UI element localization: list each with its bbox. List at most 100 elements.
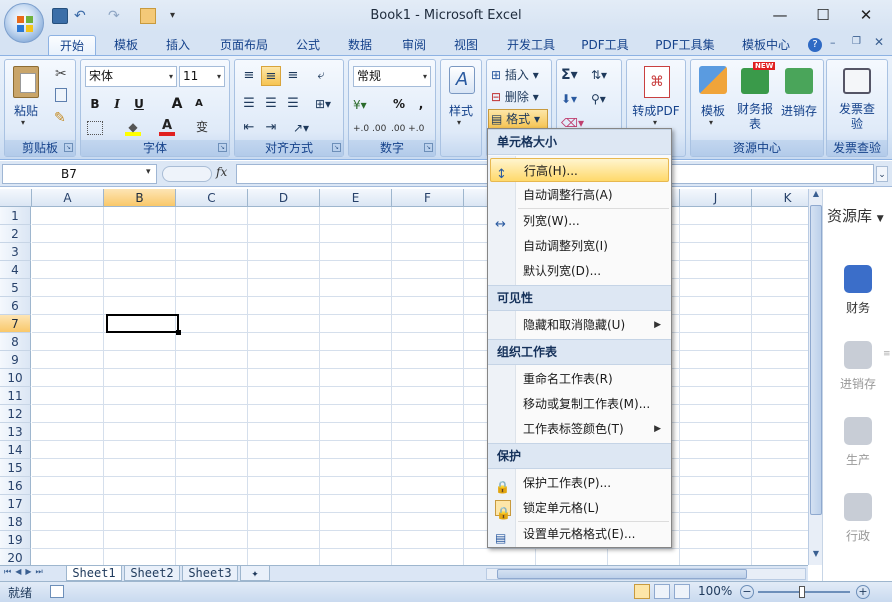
menu-item-hide-unhide[interactable]: 隐藏和取消隐藏(U) ▶ [490, 313, 669, 337]
tab-pdf-tools[interactable]: PDF工具 [572, 35, 638, 56]
sheet-tab-2[interactable]: Sheet2 [124, 566, 180, 581]
office-button[interactable] [4, 3, 44, 43]
copy-icon[interactable] [55, 88, 67, 102]
tab-developer[interactable]: 开发工具 [498, 35, 564, 56]
font-name-combo[interactable]: 宋体 ▾ [85, 66, 177, 87]
sheet-nav-icon[interactable]: ⏮◀▶⏭ [4, 567, 47, 577]
minimize-button[interactable]: — [760, 4, 800, 26]
dialog-launcher-icon[interactable]: ↘ [218, 143, 227, 152]
scroll-up-icon[interactable]: ▲ [810, 189, 822, 203]
align-bottom-icon[interactable]: ≡ [283, 66, 303, 86]
menu-item-default-width[interactable]: 默认列宽(D)... [490, 259, 669, 283]
dialog-launcher-icon[interactable]: ↘ [424, 143, 433, 152]
styles-button[interactable]: 样式 [441, 102, 481, 119]
formula-bar-splitter[interactable] [162, 166, 212, 182]
hscroll-thumb[interactable] [497, 569, 747, 579]
border-icon[interactable] [87, 121, 103, 135]
maximize-button[interactable]: ☐ [803, 4, 843, 26]
vertical-scrollbar[interactable]: ▲ ▼ [808, 189, 822, 565]
ribbon-minimize-icon[interactable]: – [830, 36, 836, 49]
pane-item-production[interactable]: 生产 [823, 417, 892, 468]
page-break-view-icon[interactable] [674, 584, 690, 599]
align-right-icon[interactable]: ☰ [283, 94, 303, 114]
select-all-corner[interactable] [0, 189, 32, 207]
row-header[interactable]: 17 [0, 495, 31, 513]
menu-item-autofit-row-height[interactable]: 自动调整行高(A) [490, 183, 669, 207]
dialog-launcher-icon[interactable]: ↘ [64, 143, 73, 152]
tab-templates[interactable]: 模板 [104, 35, 148, 56]
tab-pdf-toolset[interactable]: PDF工具集 [648, 35, 722, 56]
italic-button[interactable]: I [107, 94, 127, 114]
ribbon-restore-icon[interactable]: ❐ [852, 36, 861, 47]
paste-icon[interactable] [13, 66, 39, 98]
normal-view-icon[interactable] [634, 584, 650, 599]
decrease-indent-icon[interactable]: ⇤ [239, 118, 259, 138]
resource-pane-title[interactable]: 资源库 ▼ [827, 205, 884, 226]
sheet-tab-3[interactable]: Sheet3 [182, 566, 238, 581]
active-cell[interactable] [106, 314, 179, 333]
pane-item-finance[interactable]: 财务 [823, 265, 892, 316]
help-icon[interactable]: ? [808, 38, 822, 52]
row-header[interactable]: 18 [0, 513, 31, 531]
column-header[interactable]: F [392, 189, 464, 207]
align-middle-icon[interactable]: ≡ [261, 66, 281, 86]
menu-item-move-copy-sheet[interactable]: 移动或复制工作表(M)... [490, 392, 669, 416]
pane-splitter-icon[interactable]: ≡ [883, 349, 891, 363]
row-header[interactable]: 8 [0, 333, 31, 351]
sort-filter-icon[interactable]: ⇅▾ [591, 66, 619, 84]
align-top-icon[interactable]: ≡ [239, 66, 259, 86]
paste-dropdown-icon[interactable]: ▾ [21, 118, 25, 127]
tab-view[interactable]: 视图 [444, 35, 488, 56]
row-header[interactable]: 13 [0, 423, 31, 441]
zoom-in-icon[interactable]: + [856, 585, 870, 599]
workbook-close-icon[interactable]: ✕ [874, 35, 884, 49]
menu-item-row-height[interactable]: ↕ 行高(H)... [490, 158, 669, 182]
bold-button[interactable]: B [85, 94, 105, 114]
format-cells-button[interactable]: ▤ 格式 ▾ [488, 109, 548, 129]
row-header[interactable]: 15 [0, 459, 31, 477]
convert-pdf-button[interactable]: 转成PDF [627, 102, 685, 119]
column-header[interactable]: K [752, 189, 808, 207]
invoice-check-button[interactable]: 发票查验 [839, 102, 875, 132]
zoom-slider-thumb[interactable] [799, 586, 805, 598]
find-select-icon[interactable]: ⚲▾ [591, 90, 619, 108]
macro-record-icon[interactable] [50, 585, 64, 598]
template-button[interactable]: 模板 [693, 102, 733, 119]
sheet-tab-1[interactable]: Sheet1 [66, 566, 122, 581]
tab-page-layout[interactable]: 页面布局 [208, 35, 280, 56]
fill-handle[interactable] [176, 330, 181, 335]
fill-color-icon[interactable]: ◆ [125, 120, 141, 136]
page-layout-view-icon[interactable] [654, 584, 670, 599]
autosum-button[interactable]: Σ▾ [561, 66, 585, 84]
pane-item-inventory[interactable]: 进销存 [823, 341, 892, 392]
align-center-icon[interactable]: ☰ [261, 94, 281, 114]
zoom-level[interactable]: 100% [698, 584, 732, 598]
insert-sheet-icon[interactable]: ✦ [240, 566, 270, 581]
chevron-down-icon[interactable]: ▾ [709, 118, 713, 127]
name-box[interactable]: B7 [2, 164, 157, 184]
row-header[interactable]: 10 [0, 369, 31, 387]
tab-formulas[interactable]: 公式 [286, 35, 330, 56]
menu-item-protect-sheet[interactable]: 🔒 保护工作表(P)... [490, 471, 669, 495]
format-painter-icon[interactable]: ✎ [54, 110, 66, 126]
row-header[interactable]: 2 [0, 225, 31, 243]
grow-font-button[interactable]: A [167, 94, 187, 114]
pdf-icon[interactable]: ⌘ [644, 66, 670, 98]
row-header[interactable]: 7 [0, 315, 31, 333]
column-header[interactable]: A [32, 189, 104, 207]
row-header[interactable]: 6 [0, 297, 31, 315]
fill-icon[interactable]: ⬇▾ [561, 90, 585, 108]
close-button[interactable]: ✕ [846, 4, 886, 26]
row-header[interactable]: 1 [0, 207, 31, 225]
align-left-icon[interactable]: ☰ [239, 94, 259, 114]
dialog-launcher-icon[interactable]: ↘ [332, 143, 341, 152]
column-header[interactable]: J [680, 189, 752, 207]
menu-item-autofit-column-width[interactable]: 自动调整列宽(I) [490, 234, 669, 258]
tab-review[interactable]: 审阅 [392, 35, 436, 56]
row-header[interactable]: 3 [0, 243, 31, 261]
column-header[interactable]: B [104, 189, 176, 207]
name-box-dropdown-icon[interactable]: ▾ [146, 167, 151, 177]
scroll-thumb[interactable] [810, 205, 822, 515]
decrease-decimal-button[interactable]: .00 +.0 [391, 120, 425, 138]
column-header[interactable]: D [248, 189, 320, 207]
